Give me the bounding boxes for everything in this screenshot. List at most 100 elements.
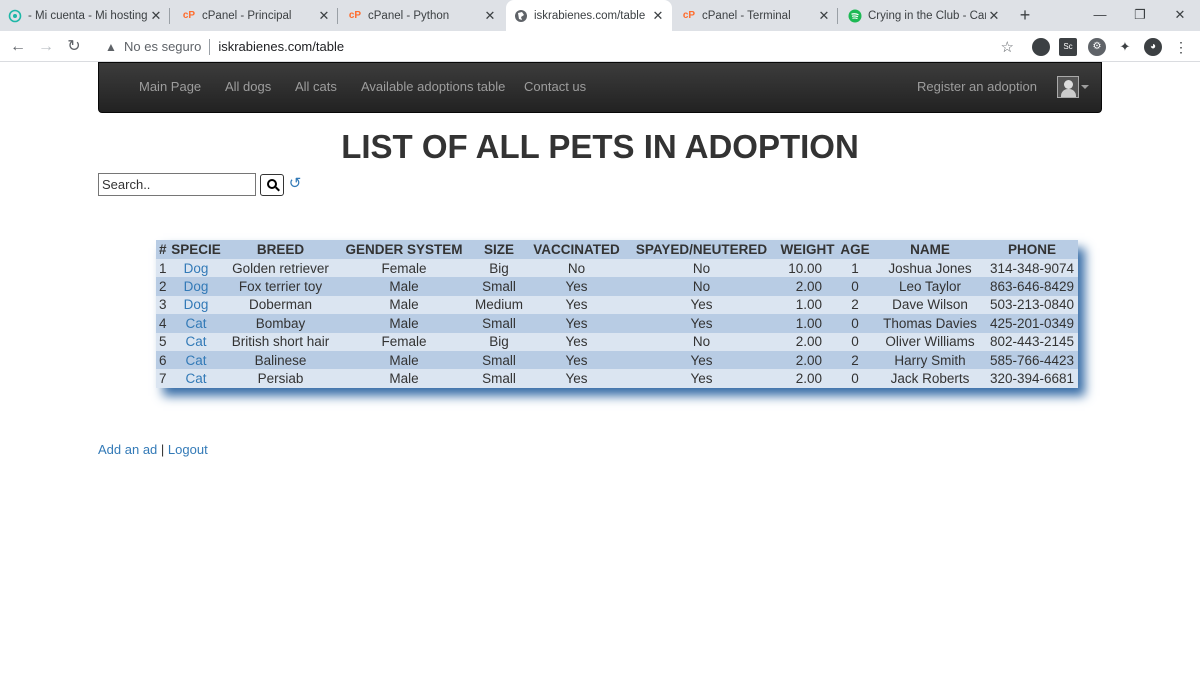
close-icon[interactable]: ✕ <box>986 8 1002 24</box>
cell-breed: Fox terrier toy <box>222 277 339 296</box>
table-row: 6 Cat Balinese Male Small Yes Yes 2.00 2… <box>156 350 1078 370</box>
cell-size: Small <box>469 277 529 296</box>
close-icon[interactable]: ✕ <box>148 8 164 24</box>
nav-register-adoption[interactable]: Register an adoption <box>917 79 1037 94</box>
cell-size: Big <box>469 332 529 351</box>
reset-icon[interactable]: ↺ <box>287 175 303 193</box>
cell-vaccinated: No <box>529 259 624 278</box>
close-icon[interactable]: ✕ <box>816 8 832 24</box>
tab-title: cPanel - Terminal <box>702 9 791 22</box>
table-row: 2 Dog Fox terrier toy Male Small Yes No … <box>156 277 1078 296</box>
specie-link[interactable]: Cat <box>185 334 206 349</box>
col-header-breed: BREED <box>222 240 339 259</box>
cell-age: 0 <box>836 369 874 388</box>
specie-link[interactable]: Cat <box>185 353 206 368</box>
extensions-puzzle-icon[interactable]: ✦ <box>1116 38 1134 56</box>
cell-age: 0 <box>836 277 874 296</box>
close-window-icon[interactable]: ✕ <box>1160 0 1200 31</box>
cell-weight: 1.00 <box>779 295 836 315</box>
globe-icon <box>514 9 528 23</box>
col-header-phone: PHONE <box>986 240 1078 259</box>
col-header-weight: WEIGHT <box>779 240 836 259</box>
url-text[interactable]: iskrabienes.com/table <box>218 39 344 54</box>
cell-gender: Female <box>339 259 469 278</box>
extension-circle-icon[interactable] <box>1032 38 1050 56</box>
col-header-spayed: SPAYED/NEUTERED <box>624 240 779 259</box>
tab-title: cPanel - Principal <box>202 9 292 22</box>
extension-sc-icon[interactable]: Sc <box>1059 38 1077 56</box>
cell-breed: Bombay <box>222 314 339 333</box>
nav-contact-us[interactable]: Contact us <box>524 79 586 94</box>
extension-gear-icon[interactable]: ⚙ <box>1088 38 1106 56</box>
logout-link[interactable]: Logout <box>168 442 208 457</box>
footer-links: Add an ad | Logout <box>98 442 208 457</box>
nav-all-dogs[interactable]: All dogs <box>225 79 271 94</box>
cell-weight: 2.00 <box>779 369 836 388</box>
browser-toolbar: ← → ↻ ▲ No es seguro iskrabienes.com/tab… <box>0 31 1200 62</box>
close-icon[interactable]: ✕ <box>650 8 666 24</box>
user-avatar[interactable] <box>1057 76 1079 98</box>
table-row: 4 Cat Bombay Male Small Yes Yes 1.00 0 T… <box>156 314 1078 333</box>
security-label[interactable]: No es seguro <box>124 39 201 54</box>
tab-spotify[interactable]: Crying in the Club - Cam ✕ <box>840 0 1008 31</box>
specie-link[interactable]: Dog <box>184 297 209 312</box>
tab-mi-cuenta[interactable]: - Mi cuenta - Mi hosting ✕ <box>0 0 170 31</box>
search-input[interactable] <box>98 173 256 196</box>
cell-phone: 320-394-6681 <box>986 369 1078 388</box>
cell-weight: 10.00 <box>779 259 836 278</box>
nav-main-page[interactable]: Main Page <box>139 79 201 94</box>
col-header-specie: SPECIE <box>170 240 222 259</box>
cell-size: Big <box>469 259 529 278</box>
page-title: LIST OF ALL PETS IN ADOPTION <box>341 128 859 165</box>
specie-link[interactable]: Cat <box>185 371 206 386</box>
cell-weight: 2.00 <box>779 277 836 296</box>
minimize-icon[interactable]: — <box>1080 0 1120 31</box>
nav-adoptions-table[interactable]: Available adoptions table <box>361 79 505 94</box>
forward-icon[interactable]: → <box>34 35 58 59</box>
hosting-logo-icon <box>8 9 22 23</box>
cell-phone: 585-766-4423 <box>986 350 1078 370</box>
cell-vaccinated: Yes <box>529 277 624 296</box>
cell-phone: 314-348-9074 <box>986 259 1078 278</box>
cell-spayed: Yes <box>624 350 779 370</box>
back-icon[interactable]: ← <box>6 35 30 59</box>
cell-vaccinated: Yes <box>529 332 624 351</box>
tab-title: Crying in the Club - Cam <box>868 9 986 22</box>
profile-avatar-icon[interactable]: ◕ <box>1144 38 1162 56</box>
tab-cpanel-python[interactable]: cP cPanel - Python ✕ <box>340 0 504 31</box>
reload-icon[interactable]: ↻ <box>62 35 86 59</box>
cell-vaccinated: Yes <box>529 314 624 333</box>
cell-age: 1 <box>836 259 874 278</box>
cpanel-icon: cP <box>682 10 696 21</box>
add-ad-link[interactable]: Add an ad <box>98 442 157 457</box>
close-icon[interactable]: ✕ <box>316 8 332 24</box>
spotify-icon <box>848 9 862 23</box>
close-icon[interactable]: ✕ <box>482 8 498 24</box>
site-navbar: Main Page All dogs All cats Available ad… <box>98 62 1102 113</box>
caret-down-icon[interactable] <box>1081 85 1089 89</box>
specie-link[interactable]: Dog <box>184 261 209 276</box>
cell-age: 2 <box>836 295 874 315</box>
cell-spayed: Yes <box>624 314 779 333</box>
cpanel-icon: cP <box>182 10 196 21</box>
cell-vaccinated: Yes <box>529 295 624 315</box>
tab-cpanel-terminal[interactable]: cP cPanel - Terminal ✕ <box>674 0 838 31</box>
cell-number: 3 <box>156 295 170 315</box>
bookmark-star-icon[interactable]: ☆ <box>1001 38 1014 56</box>
specie-link[interactable]: Cat <box>185 316 206 331</box>
cell-weight: 1.00 <box>779 314 836 333</box>
cell-name: Jack Roberts <box>874 369 986 388</box>
specie-link[interactable]: Dog <box>184 279 209 294</box>
search-button[interactable] <box>260 174 284 196</box>
restore-icon[interactable]: ❐ <box>1120 0 1160 31</box>
cell-name: Dave Wilson <box>874 295 986 315</box>
cell-gender: Male <box>339 369 469 388</box>
address-bar[interactable]: ▲ No es seguro iskrabienes.com/table ☆ <box>96 34 1024 59</box>
warning-icon[interactable]: ▲ <box>102 40 120 54</box>
nav-all-cats[interactable]: All cats <box>295 79 337 94</box>
tab-iskrabienes-table[interactable]: iskrabienes.com/table ✕ <box>506 0 672 31</box>
cell-spayed: Yes <box>624 369 779 388</box>
new-tab-button[interactable]: + <box>1014 4 1036 26</box>
menu-kebab-icon[interactable]: ⋮ <box>1172 38 1190 56</box>
tab-cpanel-principal[interactable]: cP cPanel - Principal ✕ <box>174 0 338 31</box>
